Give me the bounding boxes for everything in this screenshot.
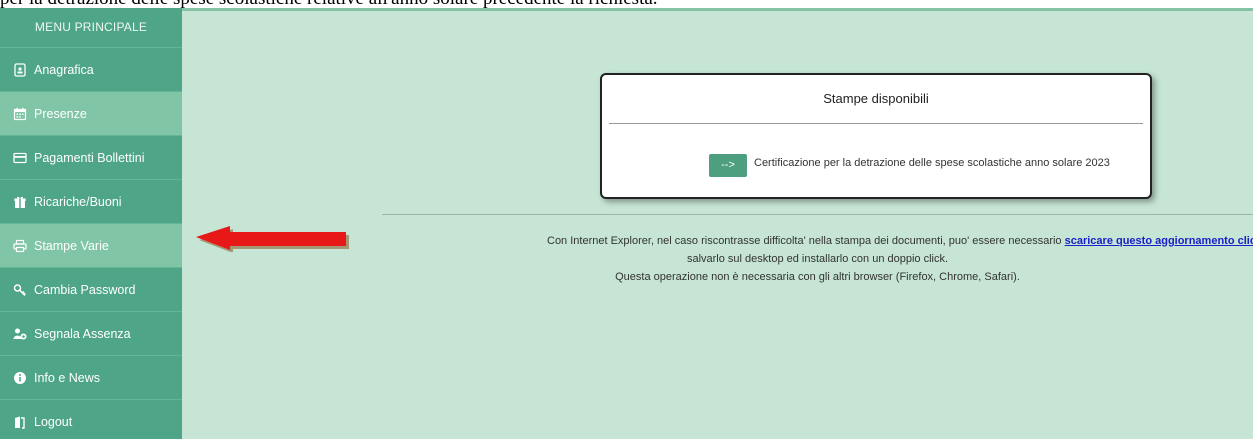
sidebar-item-ricariche-buoni[interactable]: Ricariche/Buoni	[0, 179, 182, 223]
sidebar-item-stampe-varie[interactable]: Stampe Varie	[0, 223, 182, 267]
sidebar-item-presenze[interactable]: Presenze	[0, 91, 182, 135]
sidebar-item-logout[interactable]: Logout	[0, 399, 182, 443]
sidebar-item-label: Info e News	[34, 370, 101, 385]
ie-update-link[interactable]: scaricare questo aggiornamento cliccando…	[1065, 235, 1253, 247]
notice-text: Con Internet Explorer, nel caso riscontr…	[547, 235, 1065, 247]
menu-title: MENU PRINCIPALE	[34, 20, 148, 34]
id-card-icon	[13, 62, 27, 77]
stampe-card: Stampe disponibili --> Certificazione pe…	[600, 73, 1152, 199]
sidebar-item-info-news[interactable]: Info e News	[0, 355, 182, 399]
sidebar-item-label: Presenze	[34, 106, 87, 121]
key-icon	[13, 283, 27, 297]
calendar-icon	[13, 107, 27, 121]
notice-line-2: salvarlo sul desktop ed installarlo con …	[686, 253, 949, 265]
card-title: Stampe disponibili	[823, 91, 929, 106]
sidebar-item-label: Segnala Assenza	[34, 326, 131, 341]
top-rule	[182, 8, 1253, 11]
card-divider	[609, 123, 1143, 124]
sidebar-item-label: Cambia Password	[34, 282, 136, 297]
logout-icon	[13, 415, 27, 429]
info-icon	[13, 371, 27, 385]
sidebar-menu: MENU PRINCIPALE Anagrafica Presenze Paga…	[0, 8, 182, 439]
gift-icon	[13, 195, 27, 209]
certification-link[interactable]: Certificazione per la detrazione delle s…	[754, 157, 1110, 169]
left-arrow-icon	[196, 226, 349, 252]
sidebar-item-label: Logout	[34, 414, 73, 429]
notice-line-3: Questa operazione non è necessaria con g…	[615, 271, 1020, 283]
credit-card-icon	[13, 151, 27, 165]
sidebar-item-label: Pagamenti Bollettini	[34, 150, 145, 165]
printer-icon	[13, 239, 27, 253]
sidebar-item-pagamenti-bollettini[interactable]: Pagamenti Bollettini	[0, 135, 182, 179]
sidebar-item-segnala-assenza[interactable]: Segnala Assenza	[0, 311, 182, 355]
content-divider	[382, 214, 1253, 215]
sidebar-item-anagrafica[interactable]: Anagrafica	[0, 47, 182, 91]
users-icon	[13, 327, 27, 341]
page-caption: per la detrazione delle spese scolastich…	[0, 0, 1253, 8]
sidebar-item-label: Anagrafica	[34, 62, 94, 77]
ie-notice: Con Internet Explorer, nel caso riscontr…	[382, 232, 1253, 286]
sidebar-item-label: Stampe Varie	[34, 238, 109, 253]
sidebar-item-label: Ricariche/Buoni	[34, 194, 122, 209]
sidebar-item-cambia-password[interactable]: Cambia Password	[0, 267, 182, 311]
certification-print-button[interactable]: -->	[709, 154, 747, 177]
